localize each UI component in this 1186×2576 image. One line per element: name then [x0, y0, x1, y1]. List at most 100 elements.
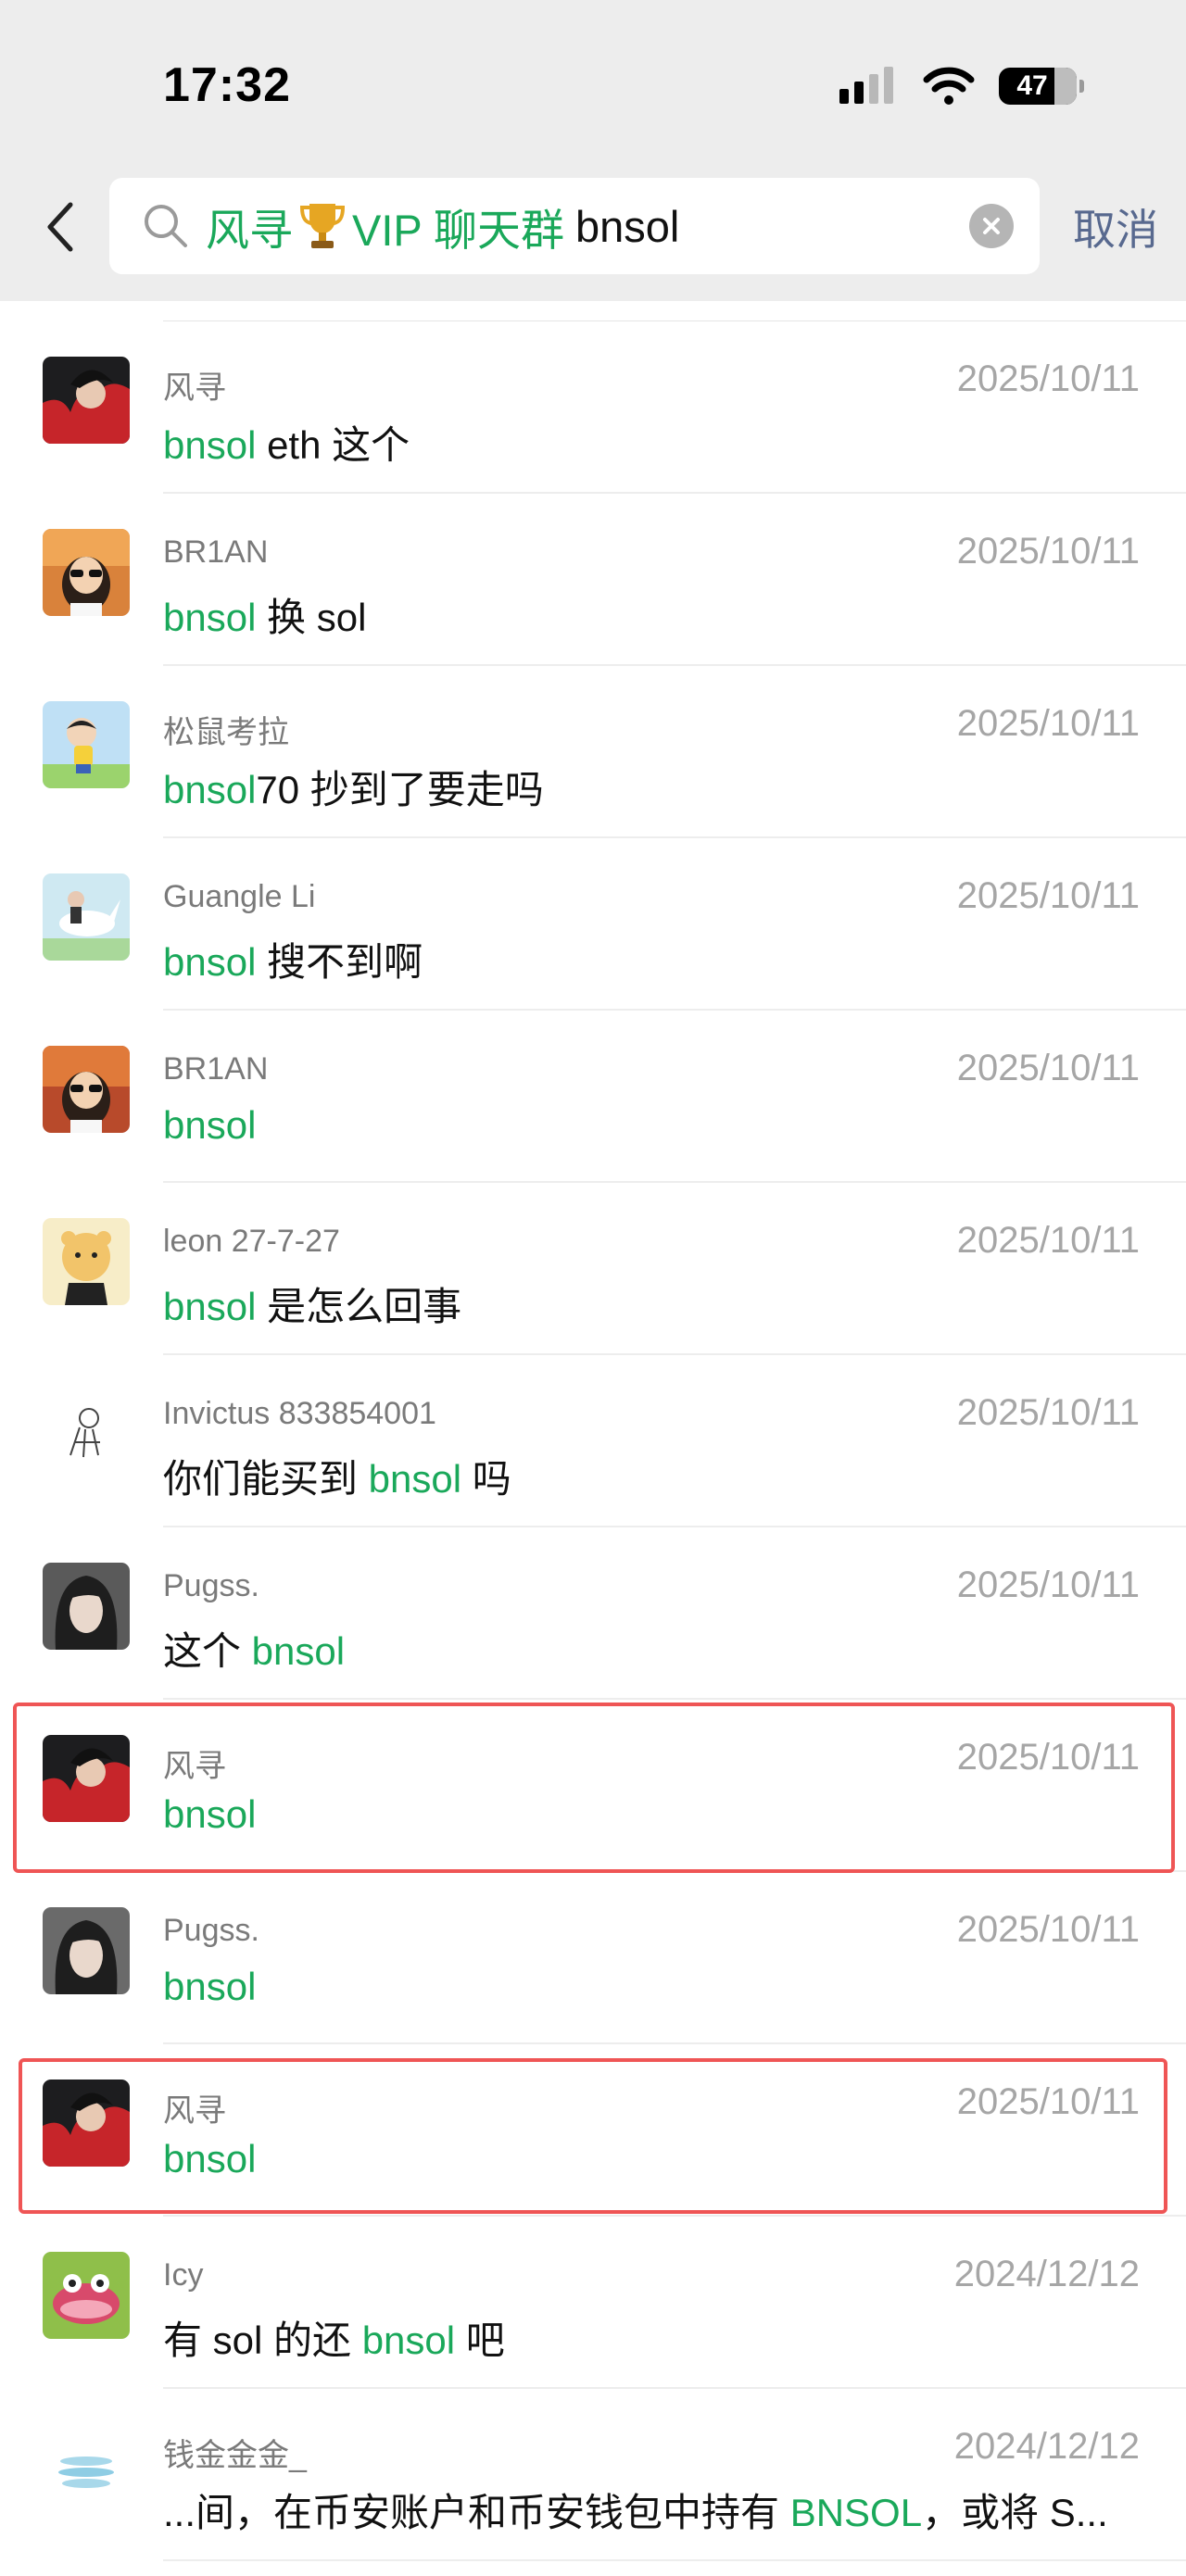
- signal-icon: [839, 67, 893, 104]
- sender-name: 钱金金金_: [163, 2438, 307, 2473]
- message-snippet: 这个 bnsol: [163, 1629, 346, 1673]
- sender-name: 松鼠考拉: [163, 715, 289, 750]
- message-date: 2025/10/11: [956, 703, 1140, 744]
- sender-name: BR1AN: [163, 1051, 269, 1087]
- keyword-highlight: bnsol: [163, 2137, 257, 2180]
- message-snippet: bnsol 是怎么回事: [163, 1285, 462, 1328]
- avatar: [43, 357, 130, 444]
- result-item[interactable]: 风寻 2025/10/11 bnsol: [0, 1700, 1186, 1872]
- result-item[interactable]: leon 27-7-27 2025/10/11 bnsol 是怎么回事: [0, 1183, 1186, 1355]
- avatar: [43, 1218, 130, 1305]
- message-snippet: bnsol eth 这个: [163, 423, 410, 467]
- search-input[interactable]: 风寻 VIP 聊天群 bnsol: [109, 178, 1040, 274]
- keyword-highlight: bnsol: [368, 1457, 462, 1501]
- trophy-icon: [299, 204, 346, 248]
- avatar: [43, 529, 130, 616]
- message-snippet: bnsol: [163, 2137, 256, 2181]
- avatar: [43, 2424, 130, 2511]
- keyword-highlight: bnsol: [163, 768, 257, 811]
- sender-name: 风寻: [163, 2093, 226, 2129]
- keyword-highlight: bnsol: [251, 1629, 346, 1673]
- clear-icon: [983, 218, 1000, 234]
- message-date: 2025/10/11: [956, 1048, 1140, 1088]
- message-date: 2025/10/11: [956, 1737, 1140, 1778]
- message-date: 2025/10/11: [956, 358, 1140, 399]
- avatar: [43, 873, 130, 961]
- battery-icon: 47: [999, 68, 1084, 105]
- message-date: 2025/10/11: [956, 2081, 1140, 2122]
- result-item[interactable]: 松鼠考拉 2025/10/11 bnsol70 抄到了要走吗: [0, 666, 1186, 838]
- result-item[interactable]: Guangle Li 2025/10/11 bnsol 搜不到啊: [0, 838, 1186, 1011]
- result-item[interactable]: Pugss. 2025/10/11 这个 bnsol: [0, 1527, 1186, 1700]
- message-snippet: bnsol 换 sol: [163, 596, 367, 639]
- keyword-highlight: bnsol: [163, 1965, 257, 2008]
- result-item[interactable]: Pugss. 2025/10/11 bnsol: [0, 1872, 1186, 2044]
- wifi-icon: [923, 67, 975, 105]
- avatar: [43, 1046, 130, 1133]
- search-query: 风寻 VIP 聊天群 bnsol: [206, 195, 679, 258]
- sender-name: Icy: [163, 2257, 204, 2293]
- keyword-highlight: bnsol: [163, 1103, 257, 1147]
- result-item[interactable]: Invictus 833854001 2025/10/11 你们能买到 bnso…: [0, 1355, 1186, 1527]
- avatar: [43, 2080, 130, 2167]
- keyword-highlight: bnsol: [163, 423, 257, 467]
- result-item[interactable]: 风寻 2025/10/11 bnsol eth 这个: [0, 321, 1186, 494]
- avatar: [43, 1907, 130, 1994]
- result-item[interactable]: Icy 2024/12/12 有 sol 的还 bnsol 吧: [0, 2217, 1186, 2389]
- message-snippet: bnsol70 抄到了要走吗: [163, 768, 544, 811]
- divider: [163, 2559, 1186, 2561]
- keyword-highlight: bnsol: [163, 1792, 257, 1836]
- result-item[interactable]: 钱金金金_ 2024/12/12 ...间，在币安账户和币安钱包中持有 BNSO…: [0, 2389, 1186, 2561]
- results-list: 风寻 2025/10/11 bnsol eth 这个 BR1AN 2025/10…: [0, 321, 1186, 2561]
- message-snippet: 你们能买到 bnsol 吗: [163, 1457, 511, 1501]
- avatar: [43, 701, 130, 788]
- avatar: [43, 1563, 130, 1650]
- cancel-button[interactable]: 取消: [1073, 196, 1158, 258]
- message-date: 2025/10/11: [956, 1564, 1140, 1605]
- keyword-highlight: BNSOL: [789, 2491, 923, 2534]
- keyword-highlight: bnsol: [361, 2318, 456, 2362]
- avatar: [43, 2252, 130, 2339]
- status-time: 17:32: [163, 58, 291, 112]
- message-date: 2025/10/11: [956, 875, 1140, 916]
- sender-name: Pugss.: [163, 1568, 259, 1603]
- back-button[interactable]: [37, 195, 83, 259]
- message-date: 2025/10/11: [956, 1220, 1140, 1261]
- clear-button[interactable]: [969, 204, 1014, 248]
- sender-name: 风寻: [163, 371, 226, 406]
- avatar: [43, 1735, 130, 1822]
- message-date: 2025/10/11: [956, 1909, 1140, 1950]
- result-item[interactable]: BR1AN 2025/10/11 bnsol 换 sol: [0, 494, 1186, 666]
- message-snippet: ...间，在币安账户和币安钱包中持有 BNSOL，或将 S...: [163, 2491, 1108, 2534]
- sender-name: leon 27-7-27: [163, 1224, 340, 1259]
- search-query-keyword: bnsol: [574, 201, 680, 251]
- result-item[interactable]: 风寻 2025/10/11 bnsol: [0, 2044, 1186, 2217]
- search-icon: [145, 205, 187, 247]
- message-snippet: bnsol 搜不到啊: [163, 940, 423, 984]
- message-date: 2025/10/11: [956, 1392, 1140, 1433]
- search-query-prefix: 风寻: [206, 205, 293, 255]
- message-date: 2025/10/11: [956, 531, 1140, 572]
- search-query-group: VIP 聊天群: [352, 205, 564, 255]
- keyword-highlight: bnsol: [163, 1285, 257, 1328]
- message-snippet: bnsol: [163, 1965, 256, 2009]
- keyword-highlight: bnsol: [163, 940, 257, 984]
- sender-name: Pugss.: [163, 1913, 259, 1948]
- keyword-highlight: bnsol: [163, 596, 257, 639]
- result-item[interactable]: BR1AN 2025/10/11 bnsol: [0, 1011, 1186, 1183]
- sender-name: 风寻: [163, 1749, 226, 1784]
- message-snippet: bnsol: [163, 1792, 256, 1837]
- status-icons: 47: [838, 61, 1084, 111]
- back-chevron-icon: [47, 202, 73, 252]
- battery-level: 47: [1016, 70, 1048, 101]
- search-results-screen: 17:32 47 风寻 VIP 聊天群 bnsol 取消 风寻 2025/10/…: [0, 0, 1186, 2576]
- sender-name: Invictus 833854001: [163, 1396, 436, 1431]
- message-date: 2024/12/12: [953, 2254, 1140, 2294]
- message-date: 2024/12/12: [953, 2426, 1140, 2467]
- sender-name: Guangle Li: [163, 879, 316, 914]
- avatar: [43, 1390, 130, 1477]
- message-snippet: bnsol: [163, 1103, 256, 1148]
- sender-name: BR1AN: [163, 534, 269, 570]
- search-header: 17:32 47 风寻 VIP 聊天群 bnsol 取消: [0, 0, 1186, 301]
- message-snippet: 有 sol 的还 bnsol 吧: [163, 2318, 505, 2362]
